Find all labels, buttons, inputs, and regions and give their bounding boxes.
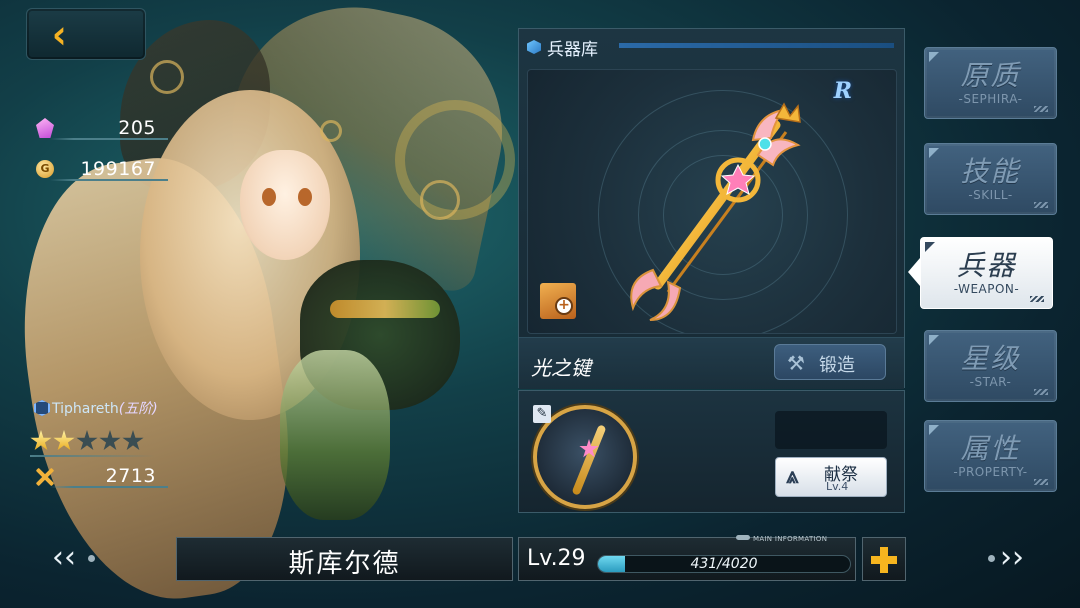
star-empty-icon bbox=[99, 430, 121, 451]
star-empty-icon bbox=[122, 430, 144, 451]
crystal-counter: 205 bbox=[28, 116, 168, 142]
forge-button[interactable]: ⚒ 锻造 bbox=[774, 344, 886, 380]
cube-icon bbox=[527, 40, 541, 54]
tab-star[interactable]: 星级 -STAR- bbox=[924, 330, 1057, 402]
active-tab-pointer bbox=[908, 258, 920, 286]
tab-label-en: -PROPERTY- bbox=[953, 465, 1028, 479]
main-info-label: MAIN INFORMATION bbox=[736, 535, 827, 543]
character-rank: Tiphareth(五阶) bbox=[34, 398, 158, 418]
tab-label-cn: 原质 bbox=[960, 59, 1021, 92]
xp-text: 431/4020 bbox=[690, 556, 758, 572]
forge-label: 锻造 bbox=[819, 355, 855, 376]
weapon-display: R + bbox=[527, 69, 897, 334]
tab-label-cn: 星级 bbox=[960, 342, 1021, 375]
character-artwork bbox=[0, 0, 520, 608]
character-name: 斯库尔德 bbox=[288, 549, 401, 579]
hexagon-rank-icon bbox=[34, 400, 50, 416]
panel-header: 兵器库 bbox=[519, 29, 904, 61]
back-button[interactable]: ‹ bbox=[26, 8, 146, 60]
offering-level: Lv.4 bbox=[826, 480, 849, 493]
next-character-button[interactable]: ›› bbox=[986, 540, 1046, 576]
tab-label-cn: 技能 bbox=[960, 155, 1021, 188]
tab-label-cn: 属性 bbox=[960, 432, 1021, 465]
weapon-name-bar: 光之键 ⚒ 锻造 bbox=[519, 337, 904, 389]
star-filled-icon bbox=[30, 430, 52, 451]
gold-coin-icon: G bbox=[36, 160, 54, 178]
character-name-plate: 斯库尔德 bbox=[176, 537, 513, 581]
back-chevron-icon: ‹ bbox=[51, 12, 67, 58]
zoom-button[interactable]: + bbox=[540, 283, 576, 319]
prev-arrow-icon: ‹‹ bbox=[52, 540, 76, 575]
crossed-swords-icon bbox=[34, 467, 54, 487]
level-box: Lv.29 431/4020 bbox=[518, 537, 856, 581]
gold-amount: 199167 bbox=[80, 158, 156, 180]
crystal-icon bbox=[36, 118, 54, 138]
hammer-icon: ⚒ bbox=[787, 351, 805, 375]
star-empty-icon bbox=[76, 430, 98, 451]
crystal-amount: 205 bbox=[118, 117, 156, 139]
tab-property[interactable]: 属性 -PROPERTY- bbox=[924, 420, 1057, 492]
tab-label-en: -SEPHIRA- bbox=[958, 92, 1023, 106]
tab-label-cn: 兵器 bbox=[956, 249, 1017, 282]
weapon-name: 光之键 bbox=[531, 356, 591, 380]
empty-slot bbox=[775, 411, 887, 449]
tab-label-en: -WEAPON- bbox=[953, 282, 1020, 296]
panel-title: 兵器库 bbox=[547, 40, 598, 60]
zoom-document-icon: + bbox=[555, 297, 573, 315]
prev-character-button[interactable]: ‹‹ bbox=[52, 540, 112, 576]
edit-icon[interactable]: ✎ bbox=[533, 405, 551, 423]
next-arrow-icon: ›› bbox=[1000, 540, 1024, 575]
power-counter: 2713 bbox=[28, 464, 168, 490]
weapon-slot-panel: ✎ ⩓ 献祭 Lv.4 bbox=[518, 390, 905, 513]
weapon-panel: 兵器库 R + 光之键 ⚒ 锻造 bbox=[518, 28, 905, 389]
tab-skill[interactable]: 技能 -SKILL- bbox=[924, 143, 1057, 215]
character-level: Lv.29 bbox=[527, 546, 586, 571]
offering-button[interactable]: ⩓ 献祭 Lv.4 bbox=[775, 457, 887, 497]
tab-weapon[interactable]: 兵器 -WEAPON- bbox=[920, 237, 1053, 309]
rank-tier: (五阶) bbox=[118, 401, 158, 417]
weapon-image bbox=[630, 102, 801, 321]
tab-label-en: -STAR- bbox=[969, 375, 1012, 389]
tab-sephira[interactable]: 原质 -SEPHIRA- bbox=[924, 47, 1057, 119]
tab-label-en: -SKILL- bbox=[968, 188, 1013, 202]
star-rating bbox=[30, 430, 144, 452]
add-button[interactable] bbox=[862, 537, 906, 581]
star-filled-icon bbox=[53, 430, 75, 451]
rank-name: Tiphareth bbox=[52, 401, 119, 417]
gold-counter: G 199167 bbox=[28, 157, 168, 183]
offering-icon: ⩓ bbox=[786, 464, 799, 489]
power-amount: 2713 bbox=[105, 465, 156, 487]
